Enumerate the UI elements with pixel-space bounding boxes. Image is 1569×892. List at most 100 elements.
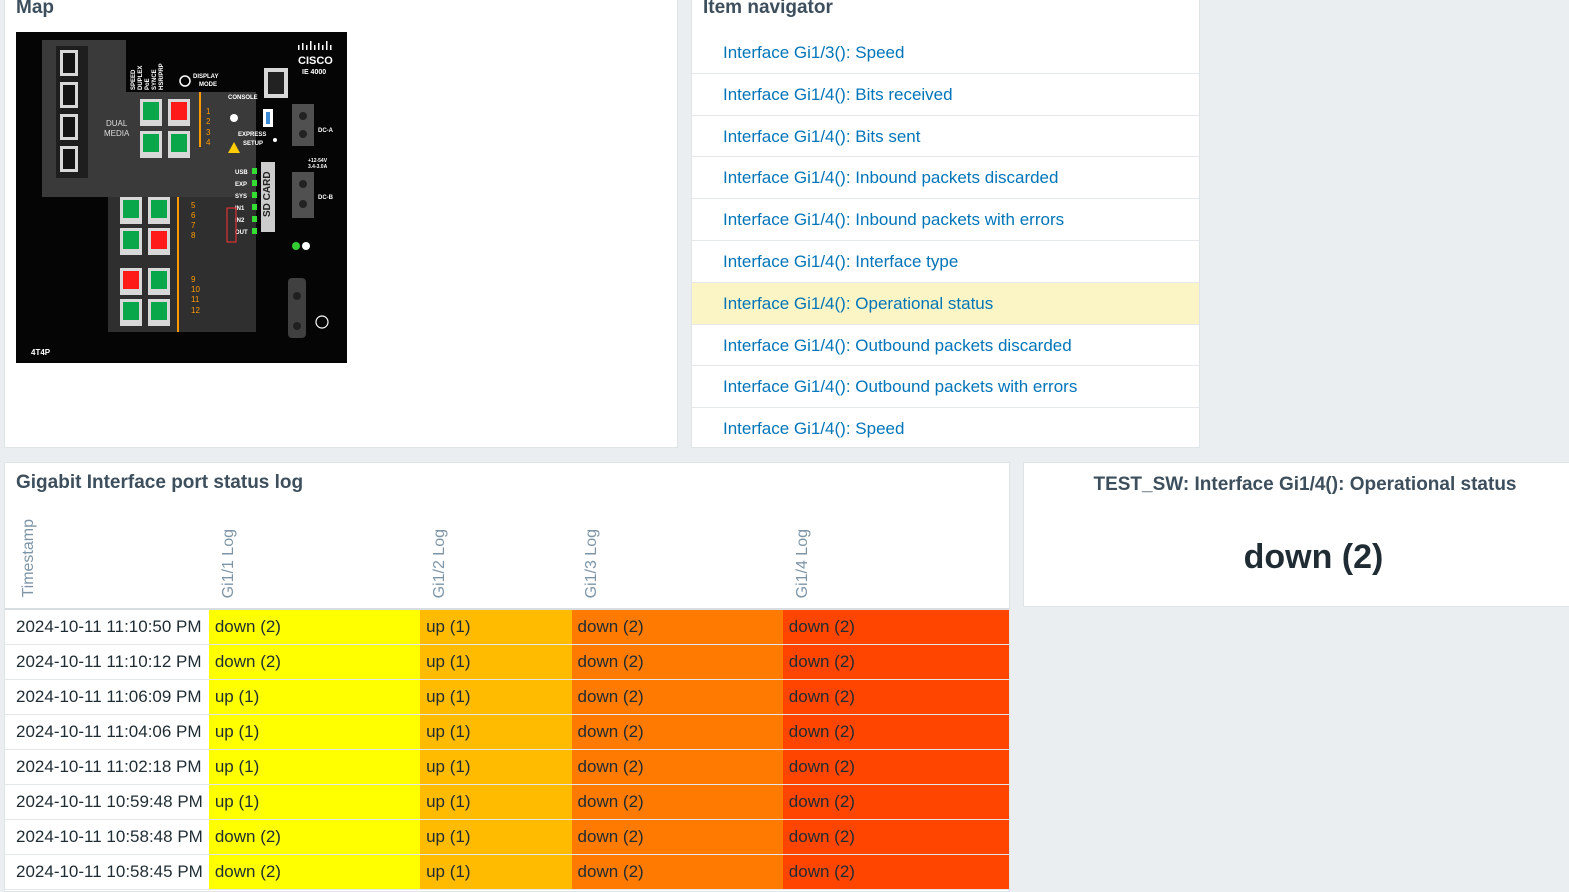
rj45-port[interactable] — [168, 131, 190, 158]
rj45-port[interactable] — [140, 131, 162, 158]
gi13-cell: down (2) — [571, 714, 783, 750]
label-hsr: HSR/PRP — [159, 63, 165, 90]
gi11-cell: up (1) — [208, 784, 421, 820]
table-row: 2024-10-11 10:59:48 PM up (1) up (1) down (… — [5, 784, 1009, 820]
port-number-label: 12 — [191, 306, 200, 315]
navigator-item[interactable]: Interface Gi1/3(): Speed — [692, 32, 1199, 74]
gi12-cell: up (1) — [420, 854, 572, 890]
rj45-port[interactable] — [120, 197, 142, 224]
rj45-port[interactable] — [148, 299, 170, 326]
gi12-cell: up (1) — [420, 644, 572, 680]
rj45-port[interactable] — [148, 228, 170, 255]
label-exp: EXP — [235, 182, 247, 188]
switch-device-image[interactable]: SPEED DUPLEX PoE SYNCE HSR/PRP DISPLAY M… — [16, 32, 347, 363]
label-duplex: DUPLEX — [138, 66, 144, 90]
port-number-label: 1 — [206, 107, 211, 116]
port-number-label: 9 — [191, 275, 196, 284]
navigator-item[interactable]: Interface Gi1/4(): Outbound packets with… — [692, 366, 1199, 409]
timestamp-cell: 2024-10-11 10:59:48 PM — [5, 784, 209, 820]
cisco-logo: CISCO — [298, 55, 333, 67]
table-row: 2024-10-11 11:02:18 PM up (1) up (1) down (… — [5, 749, 1009, 785]
port-number-label: 4 — [206, 138, 211, 147]
port-number-label: 6 — [191, 211, 196, 220]
gi14-cell: down (2) — [782, 714, 1009, 750]
label-synce: SYNCE — [152, 69, 158, 90]
table-header-row: Timestamp Gi1/1 Log Gi1/2 Log Gi1/3 Log … — [5, 510, 1009, 610]
gi14-cell: down (2) — [782, 644, 1009, 680]
navigator-item[interactable]: Interface Gi1/4(): Interface type — [692, 241, 1199, 283]
gi11-cell: down (2) — [208, 609, 421, 645]
port-number-label: 7 — [191, 221, 196, 230]
rj45-port[interactable] — [148, 268, 170, 295]
rj45-port[interactable] — [148, 197, 170, 224]
status-value: down (2) — [1243, 538, 1384, 576]
label-dual: DUAL — [106, 119, 128, 128]
rj45-port[interactable] — [120, 299, 142, 326]
gi13-cell: down (2) — [571, 644, 783, 680]
column-header-gi12[interactable]: Gi1/2 Log — [420, 510, 572, 610]
label-model: IE 4000 — [302, 69, 326, 76]
gi12-cell: up (1) — [420, 819, 572, 855]
timestamp-cell: 2024-10-11 11:02:18 PM — [5, 749, 209, 785]
port-number-label: 8 — [191, 231, 196, 240]
rj45-port[interactable] — [140, 99, 162, 126]
table-row: 2024-10-11 10:58:48 PM down (2) up (1) down… — [5, 819, 1009, 855]
column-header-timestamp[interactable]: Timestamp — [5, 510, 209, 610]
gi13-cell: down (2) — [571, 784, 783, 820]
label-display: DISPLAY — [193, 74, 218, 80]
gi11-cell: down (2) — [208, 854, 421, 890]
gi13-cell: down (2) — [571, 609, 783, 645]
log-title: Gigabit Interface port status log — [16, 472, 304, 493]
navigator-item[interactable]: Interface Gi1/4(): Speed — [692, 408, 1199, 450]
gi14-cell: down (2) — [782, 749, 1009, 785]
label-console: CONSOLE — [228, 95, 258, 101]
gi14-cell: down (2) — [782, 679, 1009, 715]
gi12-cell: up (1) — [420, 609, 572, 645]
label-mode: MODE — [199, 82, 217, 88]
table-row: 2024-10-11 11:10:12 PM down (2) up (1) down… — [5, 644, 1009, 680]
label-express: EXPRESS — [238, 132, 266, 138]
gi14-cell: down (2) — [782, 819, 1009, 855]
table-row: 2024-10-11 11:10:50 PM down (2) up (1) down… — [5, 609, 1009, 645]
gi11-cell: down (2) — [208, 819, 421, 855]
port-number-label: 5 — [191, 201, 196, 210]
label-sys: SYS — [235, 194, 247, 200]
navigator-title: Item navigator — [703, 0, 833, 18]
timestamp-cell: 2024-10-11 10:58:48 PM — [5, 819, 209, 855]
timestamp-cell: 2024-10-11 10:58:45 PM — [5, 854, 209, 890]
navigator-item[interactable]: Interface Gi1/4(): Outbound packets disc… — [692, 325, 1199, 367]
label-poe: PoE — [145, 78, 151, 90]
table-row: 2024-10-11 11:04:06 PM up (1) up (1) down (… — [5, 714, 1009, 750]
gi11-cell: up (1) — [208, 749, 421, 785]
operational-status-widget: TEST_SW: Interface Gi1/4(): Operational … — [1023, 462, 1569, 607]
rj45-port[interactable] — [120, 268, 142, 295]
navigator-item[interactable]: Interface Gi1/4(): Inbound packets with … — [692, 199, 1199, 241]
gi13-cell: down (2) — [571, 819, 783, 855]
timestamp-cell: 2024-10-11 11:10:50 PM — [5, 609, 209, 645]
navigator-item[interactable]: Interface Gi1/4(): Inbound packets disca… — [692, 157, 1199, 200]
gi14-cell: down (2) — [782, 609, 1009, 645]
timestamp-cell: 2024-10-11 11:06:09 PM — [5, 679, 209, 715]
rj45-port[interactable] — [168, 99, 190, 126]
map-title: Map — [16, 0, 54, 18]
label-dca: DC-A — [318, 128, 334, 134]
navigator-item[interactable]: Interface Gi1/4(): Bits received — [692, 74, 1199, 116]
gi12-cell: up (1) — [420, 679, 572, 715]
label-model-code: 4T4P — [31, 348, 51, 357]
gi11-cell: up (1) — [208, 714, 421, 750]
gi14-cell: down (2) — [782, 784, 1009, 820]
rj45-port[interactable] — [120, 228, 142, 255]
label-media: MEDIA — [104, 129, 130, 138]
gi13-cell: down (2) — [571, 679, 783, 715]
column-header-gi14[interactable]: Gi1/4 Log — [782, 510, 1009, 610]
port-status-log-widget: Gigabit Interface port status log Timest… — [4, 462, 1010, 892]
gi12-cell: up (1) — [420, 714, 572, 750]
column-header-gi13[interactable]: Gi1/3 Log — [571, 510, 783, 610]
navigator-item[interactable]: Interface Gi1/4(): Operational status — [692, 282, 1199, 325]
label-setup: SETUP — [243, 141, 263, 147]
gi11-cell: down (2) — [208, 644, 421, 680]
label-usb: USB — [235, 170, 248, 176]
column-header-gi11[interactable]: Gi1/1 Log — [208, 510, 421, 610]
navigator-item[interactable]: Interface Gi1/4(): Bits sent — [692, 116, 1199, 158]
table-row: 2024-10-11 10:58:45 PM down (2) up (1) down… — [5, 854, 1009, 890]
